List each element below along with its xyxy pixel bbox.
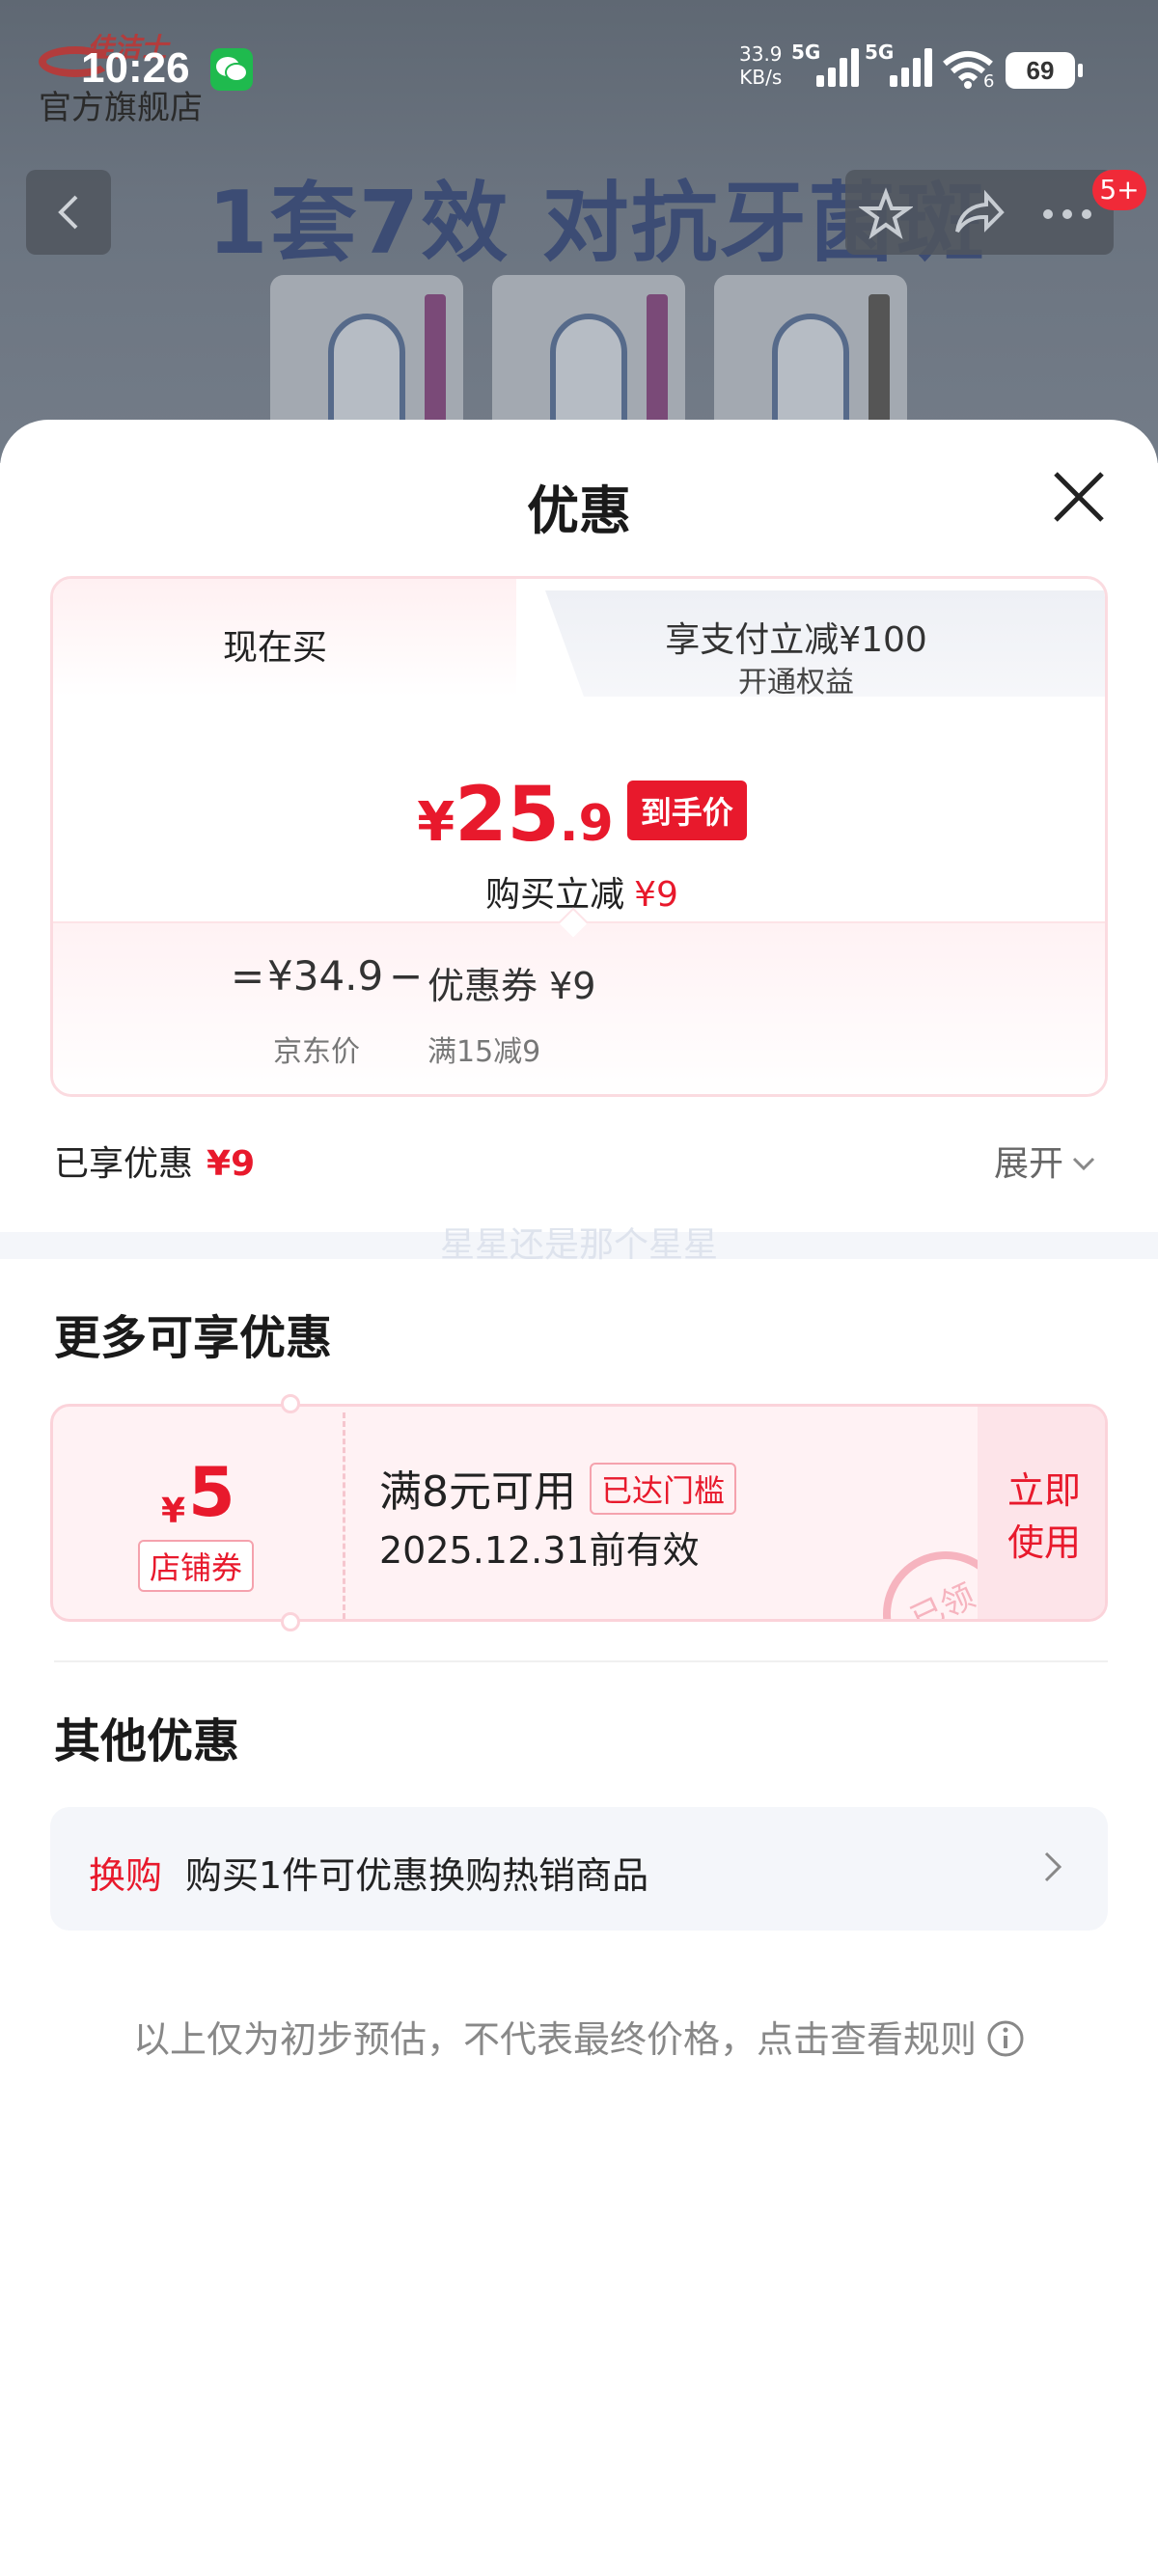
price-formula: = ¥34.9 − 优惠券 ¥9 京东价 满15减9 (53, 921, 1105, 1094)
tab-buy-now[interactable]: 现在买 (53, 579, 516, 697)
final-price-tag: 到手价 (626, 781, 747, 840)
sheet-title: 优惠 (527, 480, 631, 541)
wifi-icon: 6 (941, 50, 995, 93)
discount-sheet: 优惠 享支付立减¥100 开通权益 现在买 ¥25.9 到手价 购买立减 ¥9 = … (0, 420, 1158, 2576)
expand-button[interactable]: 展开 (994, 1136, 1096, 1186)
jd-price: ¥34.9 (267, 952, 384, 1000)
store-coupon-card: ¥ 5 店铺券 满8元可用 已达门槛 2025.12.31前有效 已领 立即 使… (50, 1404, 1108, 1622)
battery-indicator: 69 (1006, 52, 1083, 89)
other-discounts-title: 其他优惠 (54, 1714, 240, 1768)
swap-text: 购买1件可优惠换购热销商品 (185, 1854, 649, 1897)
coupon-expiry: 2025.12.31前有效 (379, 1529, 700, 1572)
tab-buy-now-label[interactable]: 现在买 (53, 619, 497, 670)
disclaimer-link[interactable]: 以上仅为初步预估，不代表最终价格，点击查看规则 (0, 2010, 1158, 2063)
wechat-icon (210, 48, 253, 91)
message-badge: 5+ (1092, 170, 1146, 210)
more-icon[interactable] (1038, 187, 1092, 241)
info-icon (987, 2020, 1024, 2057)
star-icon[interactable] (857, 187, 915, 241)
coupon-condition-text: 满8元可用 (379, 1467, 576, 1517)
swap-offer-row[interactable]: 换购 购买1件可优惠换购热销商品 (50, 1807, 1108, 1931)
chevron-right-icon (1044, 1851, 1062, 1882)
price-card: 享支付立减¥100 开通权益 现在买 ¥25.9 到手价 购买立减 ¥9 = ¥34… (50, 576, 1108, 1097)
swap-tag: 换购 (89, 1854, 163, 1897)
coupon-value: 5 (188, 1453, 235, 1532)
clock: 10:26 (81, 44, 190, 92)
coupon-amount: 优惠券 ¥9 (427, 965, 596, 1007)
jd-price-label: 京东价 (273, 1035, 360, 1069)
buy-discount: 购买立减 ¥9 (485, 875, 678, 915)
tab-pay-discount-sublabel[interactable]: 开通权益 (478, 658, 1105, 700)
use-now-button[interactable]: 立即 使用 (978, 1465, 1105, 1569)
coupon-type: 店铺券 (138, 1540, 255, 1592)
top-right-actions (845, 170, 1114, 255)
chevron-down-icon (1072, 1157, 1095, 1171)
share-icon[interactable] (951, 187, 1006, 241)
more-discounts-title: 更多可享优惠 (54, 1311, 333, 1365)
close-button[interactable] (1052, 470, 1106, 524)
status-bar: 10:26 33.9 KB/s 5G 5G 6 69 (0, 0, 1158, 116)
enjoyed-discount: 已享优惠 ¥9 (54, 1144, 256, 1184)
coupon-condition: 满15减9 (427, 1035, 541, 1069)
chevron-left-icon (58, 195, 78, 230)
net-speed: 33.9 KB/s (739, 42, 783, 89)
final-price: ¥25.9 到手价 (53, 772, 1105, 859)
close-icon (1054, 472, 1104, 522)
back-button[interactable] (26, 170, 111, 255)
watermark: 星星还是那个星星 (439, 1225, 718, 1265)
threshold-reached-badge: 已达门槛 (590, 1463, 737, 1515)
tab-pay-discount-label[interactable]: 享支付立减¥100 (478, 612, 1105, 662)
